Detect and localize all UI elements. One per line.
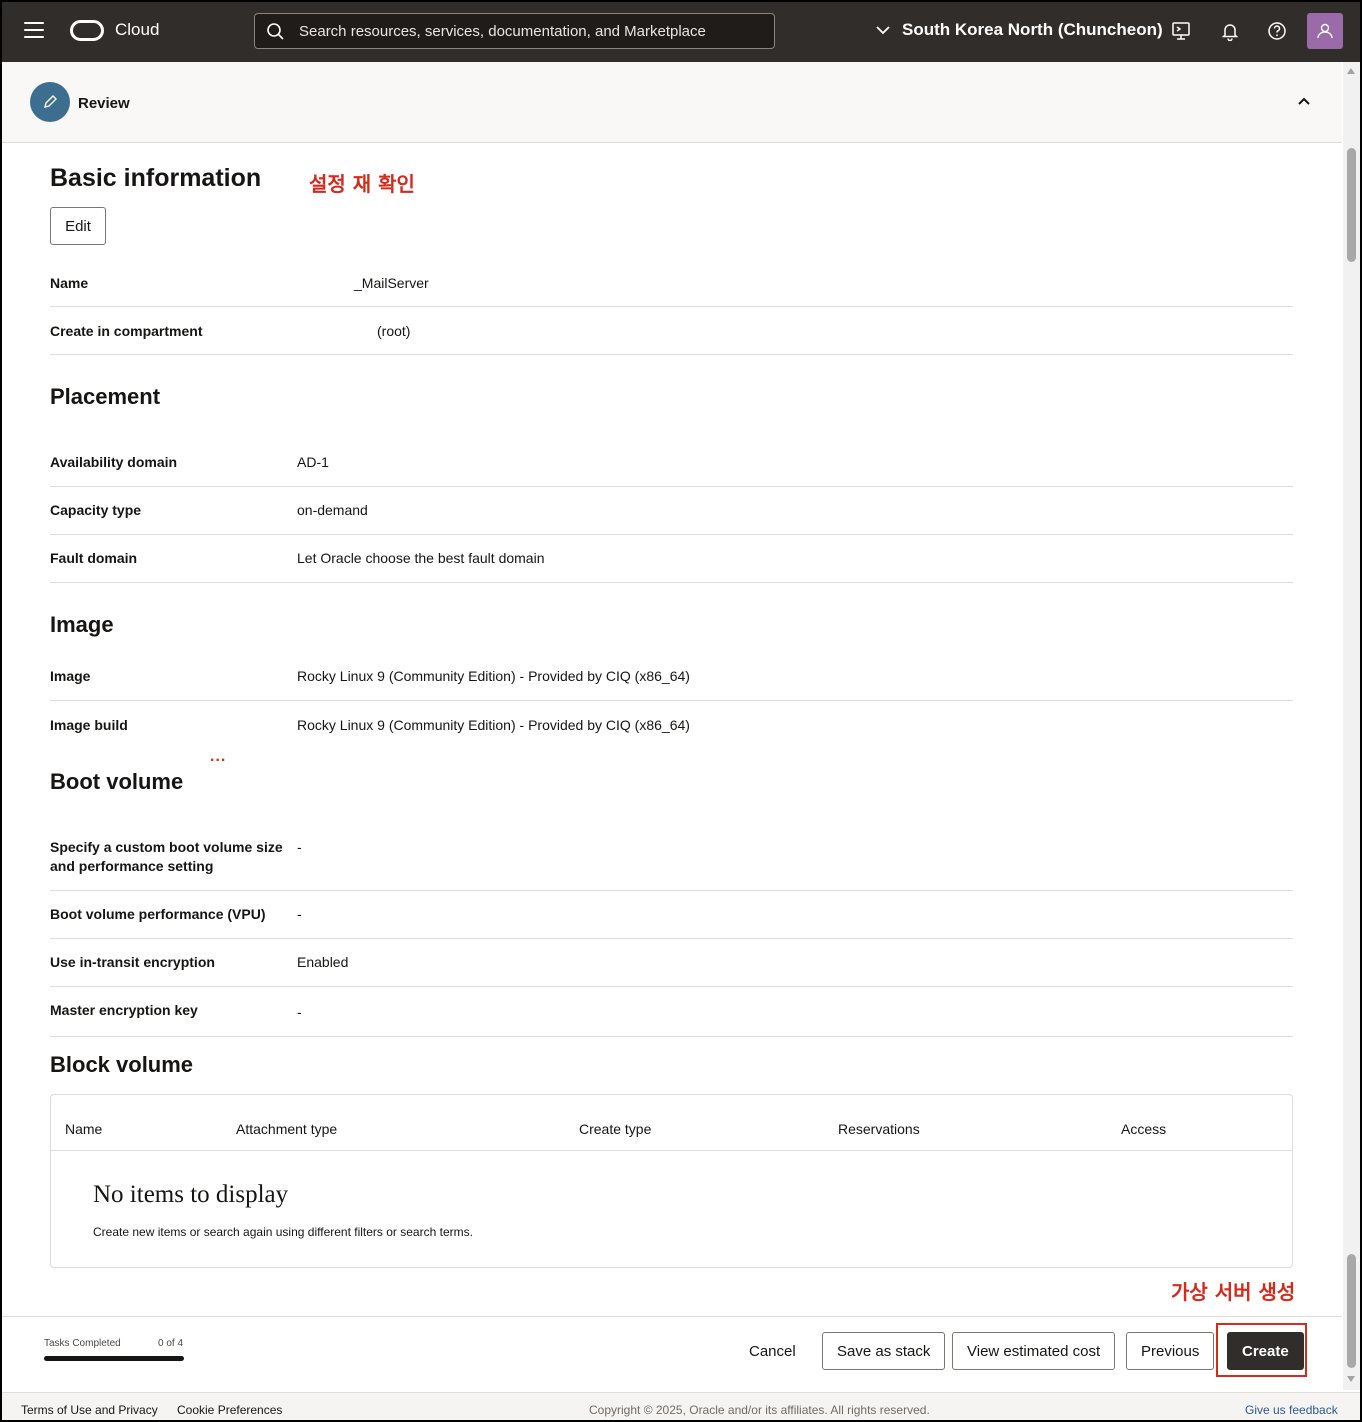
help-icon[interactable] — [1267, 21, 1287, 41]
terms-link[interactable]: Terms of Use and Privacy — [21, 1403, 158, 1417]
brand-label[interactable]: Cloud — [115, 20, 159, 40]
column-header-name[interactable]: Name — [65, 1121, 102, 1137]
review-annotation: 설정 재 확인 — [309, 172, 415, 196]
block-volume-title: Block volume — [50, 1052, 194, 1077]
search-icon — [267, 23, 284, 40]
row-value: - — [297, 1004, 302, 1020]
edit-button[interactable]: Edit — [50, 207, 106, 245]
column-header-create-type[interactable]: Create type — [579, 1121, 651, 1137]
scroll-up-arrow-icon[interactable] — [1347, 68, 1355, 74]
row-value: on-demand — [297, 502, 368, 518]
search-input[interactable] — [299, 14, 759, 48]
row-value: AD-1 — [297, 454, 329, 470]
row-key: Use in-transit encryption — [50, 954, 215, 970]
image-title: Image — [50, 612, 114, 637]
scroll-down-arrow-icon[interactable] — [1347, 1376, 1355, 1382]
detail-row-name: Name _MailServer — [50, 262, 1293, 307]
tasks-completed-label: Tasks Completed — [44, 1338, 121, 1349]
chevron-down-icon — [876, 26, 890, 35]
cloud-shell-icon[interactable] — [1171, 21, 1191, 41]
row-value: Rocky Linux 9 (Community Edition) - Prov… — [297, 668, 690, 684]
block-volume-table: Name Attachment type Create type Reserva… — [50, 1094, 1293, 1268]
column-header-reservations[interactable]: Reservations — [838, 1121, 920, 1137]
table-header: Name Attachment type Create type Reserva… — [51, 1095, 1292, 1151]
detail-row-compartment: Create in compartment (root) — [50, 307, 1293, 355]
row-value: (root) — [377, 323, 411, 339]
cookie-preferences-link[interactable]: Cookie Preferences — [177, 1403, 282, 1417]
boot-volume-title: Boot volume — [50, 769, 184, 794]
empty-state-description: Create new items or search again using d… — [93, 1225, 473, 1239]
tasks-completed-count: 0 of 4 — [158, 1338, 184, 1349]
region-selector[interactable]: South Korea North (Chuncheon) — [876, 20, 1163, 40]
detail-row-fault-domain: Fault domain Let Oracle choose the best … — [50, 535, 1293, 583]
detail-row-capacity-type: Capacity type on-demand — [50, 487, 1293, 535]
save-as-stack-button[interactable]: Save as stack — [822, 1332, 946, 1370]
feedback-link[interactable]: Give us feedback — [1245, 1403, 1338, 1417]
notifications-bell-icon[interactable] — [1220, 21, 1240, 41]
placement-title: Placement — [50, 384, 161, 409]
detail-row-master-encryption-key: Master encryption key - — [50, 987, 1293, 1037]
oracle-logo-icon[interactable] — [70, 20, 104, 41]
wizard-footer: Tasks Completed 0 of 4 Cancel Save as st… — [2, 1316, 1342, 1390]
row-value: Enabled — [297, 954, 349, 970]
scroll-thumb-secondary[interactable] — [1347, 1254, 1356, 1368]
row-value: Rocky Linux 9 (Community Edition) - Prov… — [297, 717, 690, 733]
pencil-icon — [44, 95, 57, 108]
row-key: Master encryption key — [50, 1002, 198, 1018]
create-annotation: 가상 서버 생성 — [1171, 1280, 1296, 1304]
row-key: Capacity type — [50, 502, 142, 518]
view-estimated-cost-button[interactable]: View estimated cost — [952, 1332, 1116, 1370]
column-header-attachment-type[interactable]: Attachment type — [236, 1121, 337, 1137]
page-footer: Terms of Use and Privacy Cookie Preferen… — [2, 1392, 1360, 1420]
row-value: - — [297, 839, 302, 855]
row-key: Boot volume performance (VPU) — [50, 906, 266, 922]
row-key: Fault domain — [50, 550, 138, 566]
previous-button[interactable]: Previous — [1126, 1332, 1215, 1370]
row-value: Let Oracle choose the best fault domain — [297, 550, 545, 566]
row-key: Create in compartment — [50, 323, 203, 339]
basic-information-title: Basic information — [50, 164, 262, 192]
region-label: South Korea North (Chuncheon) — [902, 20, 1163, 39]
scroll-thumb[interactable] — [1347, 148, 1356, 262]
row-value: - — [297, 906, 302, 922]
row-key: Image — [50, 668, 91, 684]
copyright-text: Copyright © 2025, Oracle and/or its affi… — [589, 1403, 930, 1417]
detail-row-in-transit-encryption: Use in-transit encryption Enabled — [50, 939, 1293, 987]
cancel-button[interactable]: Cancel — [749, 1343, 796, 1360]
user-profile-icon — [1317, 23, 1333, 39]
review-step-icon — [30, 82, 70, 122]
column-header-access[interactable]: Access — [1121, 1121, 1166, 1137]
row-value: _MailServer — [354, 275, 429, 291]
menu-icon[interactable] — [24, 22, 44, 40]
detail-row-boot-vpu: Boot volume performance (VPU) - — [50, 891, 1293, 939]
review-step-header: Review — [2, 62, 1342, 143]
row-key: Availability domain — [50, 454, 178, 470]
chevron-up-icon[interactable] — [1296, 93, 1312, 109]
create-button[interactable]: Create — [1227, 1332, 1304, 1370]
search-box[interactable] — [254, 13, 775, 49]
detail-row-custom-boot-volume: Specify a custom boot volume size and pe… — [50, 827, 1293, 891]
top-navigation-bar: Cloud South Korea North (Chuncheon) — [0, 0, 1362, 62]
empty-state-title: No items to display — [93, 1181, 289, 1208]
detail-row-availability-domain: Availability domain AD-1 — [50, 440, 1293, 487]
detail-row-image: Image Rocky Linux 9 (Community Edition) … — [50, 655, 1293, 701]
row-key: Image build — [50, 717, 128, 733]
review-step-label: Review — [78, 95, 130, 112]
row-key: Name — [50, 275, 89, 291]
ellipsis-annotation: ... — [210, 748, 227, 765]
detail-row-image-build: Image build Rocky Linux 9 (Community Edi… — [50, 701, 1293, 749]
user-avatar[interactable] — [1307, 13, 1343, 49]
row-key: Specify a custom boot volume size and pe… — [50, 839, 283, 874]
tasks-progress-bar — [44, 1356, 184, 1361]
vertical-scrollbar[interactable] — [1343, 62, 1360, 1390]
